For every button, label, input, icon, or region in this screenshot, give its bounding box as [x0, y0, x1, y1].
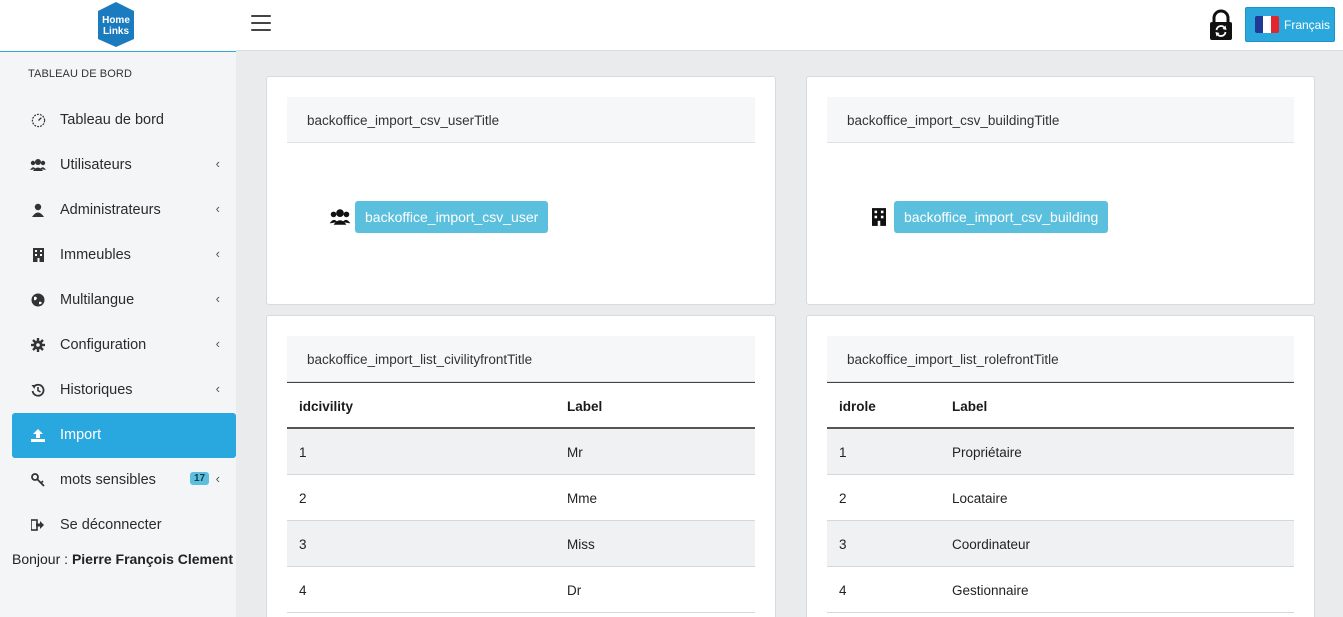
table-cell: 2 [299, 491, 307, 506]
civility-table: idcivility Label 1 Mr 2 Mme 3 Miss 4 Dr [287, 382, 755, 613]
upload-icon [30, 427, 46, 443]
card-title: backoffice_import_list_rolefrontTitle [827, 336, 1294, 382]
column-header: idrole [839, 399, 876, 414]
home-links-logo[interactable]: Home Links [94, 1, 138, 48]
chevron-left-icon: ‹ [215, 471, 220, 486]
sidebar-item-configuration[interactable]: Configuration ‹ [12, 323, 236, 368]
table-cell: 3 [299, 537, 307, 552]
gear-icon [30, 337, 46, 353]
lock-refresh-icon[interactable] [1208, 9, 1234, 41]
table-cell: 1 [299, 445, 307, 460]
table-row: 2 Locataire [827, 475, 1294, 521]
table-cell: 2 [839, 491, 847, 506]
sidebar-item-utilisateurs[interactable]: Utilisateurs ‹ [12, 143, 236, 188]
sidebar-item-logout[interactable]: Se déconnecter [12, 503, 236, 548]
globe-icon [30, 292, 46, 308]
sidebar-section-title: TABLEAU DE BORD [28, 68, 132, 80]
sidebar-item-label: Configuration [60, 337, 147, 353]
building-icon [868, 206, 890, 228]
building-icon [30, 247, 46, 263]
role-table: idrole Label 1 Propriétaire 2 Locataire … [827, 382, 1294, 613]
building-import-row: backoffice_import_csv_building [868, 201, 1109, 233]
table-row: 3 Coordinateur [827, 521, 1294, 567]
column-header: Label [567, 399, 603, 414]
table-row: 4 Dr [287, 567, 755, 613]
chevron-left-icon: ‹ [215, 381, 220, 396]
table-row: 1 Mr [287, 429, 755, 475]
table-cell: Mme [567, 491, 597, 506]
card-title: backoffice_import_csv_userTitle [287, 97, 755, 143]
sidebar-item-label: Utilisateurs [60, 157, 132, 173]
table-cell: Gestionnaire [952, 583, 1029, 598]
column-header: idcivility [299, 399, 354, 414]
sidebar-item-label: Tableau de bord [60, 112, 164, 128]
building-import-card: backoffice_import_csv_buildingTitle back… [806, 76, 1315, 305]
user-import-card: backoffice_import_csv_userTitle backoffi… [266, 76, 776, 305]
count-badge: 17 [190, 472, 210, 485]
user-icon [30, 202, 46, 218]
sidebar-item-multilangue[interactable]: Multilangue ‹ [12, 278, 236, 323]
card-title: backoffice_import_csv_buildingTitle [827, 97, 1294, 143]
user-import-row: backoffice_import_csv_user [329, 201, 549, 233]
sidebar-item-label: Administrateurs [60, 202, 161, 218]
role-list-card: backoffice_import_list_rolefrontTitle id… [806, 315, 1315, 617]
import-csv-user-button[interactable]: backoffice_import_csv_user [355, 201, 549, 233]
user-name: Pierre François Clement [71, 551, 233, 567]
sidebar-item-dashboard[interactable]: Tableau de bord [12, 98, 236, 143]
sidebar-item-import[interactable]: Import [12, 413, 236, 458]
table-cell: 1 [839, 445, 847, 460]
language-label: Français [1284, 17, 1331, 32]
chevron-left-icon: ‹ [215, 336, 220, 351]
users-icon [329, 206, 351, 228]
sidebar-item-administrateurs[interactable]: Administrateurs ‹ [12, 188, 236, 233]
table-header-row: idrole Label [827, 383, 1294, 429]
french-flag-icon [1255, 16, 1279, 33]
civility-list-card: backoffice_import_list_civilityfrontTitl… [266, 315, 776, 617]
user-greeting: Bonjour : Pierre François Clement [12, 551, 233, 567]
chevron-left-icon: ‹ [215, 291, 220, 306]
hamburger-menu-icon[interactable] [251, 15, 271, 33]
users-icon [30, 157, 46, 173]
sidebar-item-label: Multilangue [60, 292, 135, 308]
sidebar: Home Links TABLEAU DE BORD Tableau de bo… [0, 0, 236, 617]
table-cell: 4 [299, 583, 307, 598]
table-cell: Dr [567, 583, 582, 598]
chevron-left-icon: ‹ [215, 246, 220, 261]
sidebar-item-label: Immeubles [60, 247, 131, 263]
table-row: 4 Gestionnaire [827, 567, 1294, 613]
table-cell: 3 [839, 537, 847, 552]
table-cell: Coordinateur [952, 537, 1031, 552]
history-icon [30, 382, 46, 398]
sidebar-item-label: mots sensibles [60, 472, 156, 488]
top-bar: Français [236, 0, 1343, 51]
sidebar-item-immeubles[interactable]: Immeubles ‹ [12, 233, 236, 278]
sidebar-item-mots-sensibles[interactable]: mots sensibles 17 ‹ [12, 458, 236, 503]
sign-out-icon [30, 517, 46, 533]
sidebar-item-historiques[interactable]: Historiques ‹ [12, 368, 236, 413]
language-button[interactable]: Français [1245, 7, 1335, 42]
dashboard-gauge-icon [30, 112, 46, 128]
table-header-row: idcivility Label [287, 383, 755, 429]
table-row: 3 Miss [287, 521, 755, 567]
chevron-left-icon: ‹ [215, 156, 220, 171]
svg-text:Links: Links [103, 26, 130, 37]
table-cell: Miss [567, 537, 595, 552]
greeting-prefix: Bonjour : [12, 551, 72, 567]
table-cell: Mr [567, 445, 583, 460]
sidebar-item-label: Import [60, 427, 102, 443]
table-cell: Propriétaire [952, 445, 1022, 460]
card-title: backoffice_import_list_civilityfrontTitl… [287, 336, 755, 382]
logo-area: Home Links [0, 0, 236, 52]
chevron-left-icon: ‹ [215, 201, 220, 216]
table-cell: 4 [839, 583, 847, 598]
column-header: Label [952, 399, 988, 414]
table-row: 1 Propriétaire [827, 429, 1294, 475]
table-row: 2 Mme [287, 475, 755, 521]
import-csv-building-button[interactable]: backoffice_import_csv_building [894, 201, 1109, 233]
svg-text:Home: Home [102, 15, 130, 26]
table-cell: Locataire [952, 491, 1008, 506]
sidebar-item-label: Se déconnecter [60, 517, 162, 533]
sidebar-item-label: Historiques [60, 382, 133, 398]
key-icon [30, 472, 46, 488]
